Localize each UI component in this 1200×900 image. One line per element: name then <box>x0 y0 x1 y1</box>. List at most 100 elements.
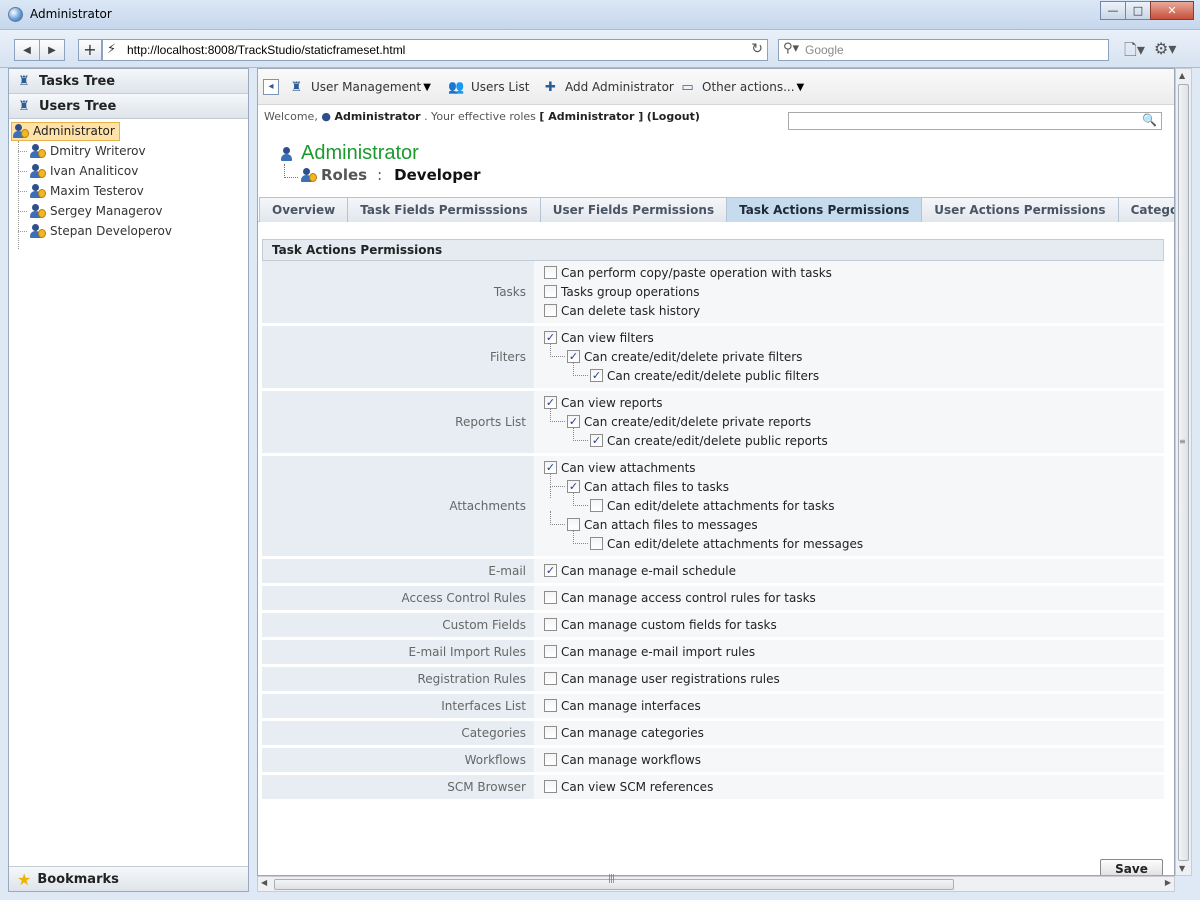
users-tree-icon: ♜ <box>18 98 30 114</box>
vertical-scrollbar[interactable]: ▲ ≡ ▼ <box>1175 68 1192 876</box>
permission-option[interactable]: Can manage e-mail import rules <box>544 642 1164 661</box>
permission-checkbox[interactable] <box>544 618 557 631</box>
permission-group-options: Can manage workflows <box>534 748 1164 772</box>
tab-overview[interactable]: Overview <box>259 197 349 222</box>
permission-checkbox[interactable] <box>544 591 557 604</box>
permission-checkbox[interactable] <box>544 266 557 279</box>
permission-option[interactable]: Can attach files to messages <box>544 511 1164 534</box>
permission-checkbox[interactable] <box>544 699 557 712</box>
save-button[interactable]: Save <box>1100 859 1163 875</box>
selected-node[interactable]: Administrator <box>11 121 120 141</box>
permission-option[interactable]: Can attach files to tasks <box>544 473 1164 498</box>
browser-search-input[interactable]: ⚲▾ Google <box>778 39 1109 61</box>
tab-task-fields-permisssions[interactable]: Task Fields Permisssions <box>347 197 541 222</box>
permission-checkbox[interactable] <box>544 304 557 317</box>
permission-checkbox[interactable] <box>544 645 557 658</box>
welcome-user[interactable]: Administrator <box>334 110 420 123</box>
permission-option[interactable]: Can manage interfaces <box>544 696 1164 715</box>
close-button[interactable]: ✕ <box>1150 1 1194 20</box>
user-icon <box>280 146 298 162</box>
permission-label: Tasks group operations <box>561 284 700 299</box>
permission-group-label: SCM Browser <box>262 775 534 799</box>
tasks-tree-header[interactable]: ♜ Tasks Tree <box>9 69 248 94</box>
permission-checkbox[interactable] <box>590 499 603 512</box>
permission-group-label: Interfaces List <box>262 694 534 718</box>
add-administrator-link[interactable]: ✚ Add Administrator <box>542 79 674 95</box>
vertical-scroll-thumb[interactable] <box>1178 84 1189 861</box>
permission-label: Can view reports <box>561 395 663 410</box>
permission-option[interactable]: Can view filters <box>544 328 1164 347</box>
page-menu-icon[interactable]: 🗋▾ <box>1124 39 1145 66</box>
tab-user-actions-permissions[interactable]: User Actions Permissions <box>921 197 1119 222</box>
tab-categories[interactable]: Categories <box>1117 197 1174 222</box>
maximize-button[interactable]: □ <box>1125 1 1151 20</box>
other-actions-menu[interactable]: ▭ Other actions... ▼ <box>679 79 804 95</box>
permission-option[interactable]: Can create/edit/delete public reports <box>544 427 1164 450</box>
permission-checkbox[interactable] <box>544 672 557 685</box>
tree-node-user[interactable]: Stepan Developerov <box>9 221 248 241</box>
permission-option[interactable]: Can perform copy/paste operation with ta… <box>544 263 1164 282</box>
tree-node-user[interactable]: Sergey Managerov <box>9 201 248 221</box>
add-bookmark-button[interactable]: + <box>78 39 102 61</box>
tree-node-user[interactable]: Ivan Analiticov <box>9 161 248 181</box>
address-bar[interactable]: ⚡ http://localhost:8008/TrackStudio/stat… <box>102 39 768 61</box>
users-list-link[interactable]: 👥 Users List <box>448 79 529 95</box>
tab-user-fields-permissions[interactable]: User Fields Permissions <box>539 197 728 222</box>
search-icon: ⚲▾ <box>783 41 800 56</box>
permission-label: Can edit/delete attachments for tasks <box>607 498 835 513</box>
permission-checkbox[interactable] <box>544 753 557 766</box>
permission-option[interactable]: Can edit/delete attachments for tasks <box>544 492 1164 515</box>
permission-option[interactable]: Can manage categories <box>544 723 1164 742</box>
permission-group-label: Workflows <box>262 748 534 772</box>
permission-checkbox[interactable] <box>544 726 557 739</box>
permission-option[interactable]: Can edit/delete attachments for messages <box>544 530 1164 553</box>
reload-icon[interactable]: ↻ <box>751 41 763 57</box>
tree-node-administrator[interactable]: Administrator <box>9 121 248 141</box>
logout-link[interactable]: (Logout) <box>647 110 700 123</box>
permission-option[interactable]: Can create/edit/delete private filters <box>544 343 1164 366</box>
bookmarks-bar[interactable]: ★ Bookmarks <box>9 866 248 891</box>
scroll-right-icon[interactable]: ▶ <box>1165 878 1171 887</box>
back-button[interactable]: ◀ <box>14 39 40 61</box>
horizontal-scrollbar[interactable]: ◀ ||| ▶ <box>257 874 1175 892</box>
forward-button[interactable]: ▶ <box>39 39 65 61</box>
permission-option[interactable]: Can view reports <box>544 393 1164 412</box>
permission-group-options: Can view filters Can create/edit/delete p… <box>534 326 1164 388</box>
site-identity-icon[interactable]: ⚡ <box>107 42 116 57</box>
scroll-up-icon[interactable]: ▲ <box>1179 71 1185 80</box>
gear-icon[interactable]: ⚙▾ <box>1154 39 1176 58</box>
permission-option[interactable]: Can manage workflows <box>544 750 1164 769</box>
permission-option[interactable]: Can view attachments <box>544 458 1164 477</box>
minimize-button[interactable]: — <box>1100 1 1126 20</box>
permission-option[interactable]: Can delete task history <box>544 301 1164 320</box>
permission-checkbox[interactable] <box>544 780 557 793</box>
scroll-left-icon[interactable]: ◀ <box>261 878 267 887</box>
tree-node-user[interactable]: Maxim Testerov <box>9 181 248 201</box>
permission-checkbox[interactable] <box>544 564 557 577</box>
permission-checkbox[interactable] <box>590 537 603 550</box>
user-management-menu[interactable]: ♜ User Management ▼ <box>288 79 431 95</box>
permission-group-label: Tasks <box>262 261 534 323</box>
permission-checkbox[interactable] <box>544 285 557 298</box>
permission-option[interactable]: Can manage access control rules for task… <box>544 588 1164 607</box>
permission-group: Categories Can manage categories <box>262 721 1164 748</box>
search-icon[interactable]: 🔍 <box>1142 113 1157 127</box>
permission-group-options: Can manage e-mail schedule <box>534 559 1164 583</box>
tree-node-user[interactable]: Dmitry Writerov <box>9 141 248 161</box>
collapse-sidebar-icon[interactable]: ◂ <box>263 79 279 95</box>
permission-option[interactable]: Tasks group operations <box>544 282 1164 301</box>
users-tree-header[interactable]: ♜ Users Tree <box>9 94 248 119</box>
permission-checkbox[interactable] <box>590 434 603 447</box>
permission-option[interactable]: Can create/edit/delete public filters <box>544 362 1164 385</box>
scroll-down-icon[interactable]: ▼ <box>1179 864 1185 873</box>
permission-option[interactable]: Can create/edit/delete private reports <box>544 408 1164 431</box>
permission-option[interactable]: Can manage user registrations rules <box>544 669 1164 688</box>
users-icon <box>300 167 318 183</box>
permission-label: Can manage access control rules for task… <box>561 590 816 605</box>
tab-task-actions-permissions[interactable]: Task Actions Permissions <box>726 197 923 222</box>
permission-option[interactable]: Can manage custom fields for tasks <box>544 615 1164 634</box>
permission-checkbox[interactable] <box>590 369 603 382</box>
permission-option[interactable]: Can manage e-mail schedule <box>544 561 1164 580</box>
quick-search-input[interactable]: 🔍 <box>788 112 1162 130</box>
permission-option[interactable]: Can view SCM references <box>544 777 1164 796</box>
